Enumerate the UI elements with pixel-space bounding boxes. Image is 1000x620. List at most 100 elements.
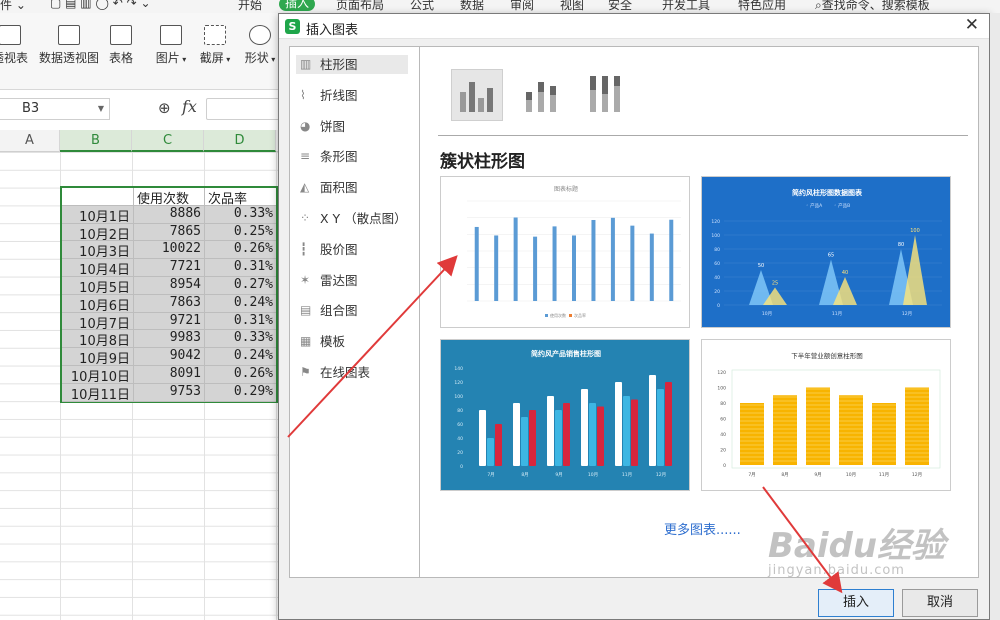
screenshot-button[interactable]: 截屏 ▾ [196, 25, 234, 66]
table-cell[interactable]: 7863 [134, 294, 205, 313]
table-cell[interactable]: 10022 [134, 241, 205, 260]
table-cell[interactable]: 0.31% [205, 312, 276, 331]
percent-stacked-column-subtype[interactable] [579, 69, 631, 121]
preview-title: 简约风产品销售柱形图 [531, 349, 601, 358]
selected-data-range[interactable]: 使用次数 次品率 10月1日 8886 0.33% 10月2日 7865 0.25% 10月3日… [60, 186, 278, 403]
table-cell[interactable]: 次品率 [205, 188, 276, 207]
command-search[interactable]: ⌕查找命令、搜索模板 [815, 0, 930, 13]
insert-button[interactable]: 插入 [818, 589, 894, 617]
table-cell[interactable]: 10月5日 [62, 277, 134, 296]
table-cell[interactable]: 7721 [134, 259, 205, 277]
menu-developer[interactable]: 开发工具 [662, 0, 710, 13]
table-cell[interactable]: 0.27% [205, 277, 276, 295]
data-label: 50 [758, 263, 764, 269]
menu-home[interactable]: 开始 [238, 0, 262, 13]
sidebar-item-scatter-chart[interactable]: ⁘ X Y （散点图） [296, 209, 408, 228]
column-header-a[interactable]: A [0, 130, 60, 152]
column-header-d[interactable]: D [204, 130, 276, 152]
pivot-chart-button[interactable]: 数据透视图 [38, 25, 100, 66]
chevron-down-icon[interactable]: ▼ [98, 99, 104, 119]
table-cell[interactable]: 0.26% [205, 241, 276, 260]
picture-button[interactable]: 图片 ▾ [152, 25, 190, 66]
sidebar-item-combo-chart[interactable]: ▤ 组合图 [296, 301, 408, 320]
menu-bar: 件 ⌄ ▢ ▤ ▥ ◯ ↶ ↷ ⌄ 开始 插入 页面布局 公式 数据 审阅 视图… [0, 0, 1000, 13]
table-cell[interactable] [62, 188, 134, 206]
table-cell[interactable]: 0.31% [205, 259, 276, 277]
template-clustered-column[interactable]: 图表标题 使用次数 次品率 [440, 176, 690, 328]
menu-insert[interactable]: 插入 [279, 0, 316, 11]
table-cell[interactable]: 0.29% [205, 383, 276, 402]
shapes-button[interactable]: 形状 ▾ [240, 25, 280, 66]
menu-review[interactable]: 审阅 [510, 0, 534, 13]
table-cell[interactable]: 10月7日 [62, 312, 134, 332]
menu-data[interactable]: 数据 [460, 0, 484, 13]
template-product-sales[interactable]: 简约风产品销售柱形图 140 120 100 80 60 40 20 0 7月 8月 9月 10月 11月… [440, 339, 690, 491]
pivot-table-button[interactable]: 透视表 [0, 25, 32, 66]
table-cell[interactable]: 8886 [134, 205, 205, 224]
menu-formulas[interactable]: 公式 [410, 0, 434, 13]
bar [474, 226, 479, 301]
table-cell[interactable]: 10月9日 [62, 348, 134, 367]
table-cell[interactable]: 0.24% [205, 348, 276, 366]
table-cell[interactable]: 10月6日 [62, 294, 134, 314]
name-box[interactable]: B3 ▼ [0, 98, 110, 120]
dialog-title-bar[interactable]: S 插入图表 ✕ [279, 14, 989, 39]
table-cell[interactable]: 10月3日 [62, 241, 134, 260]
sidebar-item-pie-chart[interactable]: ◕ 饼图 [296, 117, 408, 136]
column-header-c[interactable]: C [132, 130, 204, 152]
menu-features[interactable]: 特色应用 [738, 0, 786, 13]
tick-label: 12月 [656, 472, 666, 478]
sidebar-item-area-chart[interactable]: ◭ 面积图 [296, 178, 408, 197]
fx-icon[interactable]: fx [182, 97, 197, 116]
table-cell[interactable]: 9753 [134, 383, 205, 402]
table-cell[interactable]: 9721 [134, 312, 205, 331]
zoom-search-icon[interactable]: ⊕ [158, 99, 171, 117]
table-cell[interactable]: 10月1日 [62, 205, 134, 225]
table-cell[interactable]: 0.24% [205, 294, 276, 313]
sidebar-item-online-chart[interactable]: ⚑ 在线图表 [296, 363, 408, 382]
sidebar-item-line-chart[interactable]: ⌇ 折线图 [296, 86, 408, 105]
bar [547, 396, 554, 466]
table-cell[interactable]: 10月11日 [62, 383, 134, 403]
sidebar-item-bar-chart[interactable]: ≡ 条形图 [296, 147, 408, 166]
template-simple-blue[interactable]: 简约风柱形图数据图表 ◦ 产品A ◦ 产品B 120 100 80 60 40 20 0 50 25 1… [701, 176, 951, 328]
sidebar-item-radar-chart[interactable]: ✶ 雷达图 [296, 271, 408, 290]
column-header-b[interactable]: B [60, 130, 132, 152]
table-cell[interactable]: 10月8日 [62, 330, 134, 349]
quick-access-icons[interactable]: ▢ ▤ ▥ ◯ ↶ ↷ ⌄ [50, 0, 151, 10]
table-cell[interactable]: 10月2日 [62, 223, 134, 243]
table-cell[interactable]: 8954 [134, 277, 205, 295]
table-cell[interactable]: 使用次数 [134, 188, 205, 207]
template-revenue-creative[interactable]: 下半年营业额创意柱形图 120 100 80 60 40 20 0 7月 8月 9月 10月 11月 12… [701, 339, 951, 491]
formula-input[interactable] [206, 98, 286, 120]
bar [773, 395, 797, 465]
menu-view[interactable]: 视图 [560, 0, 584, 13]
table-cell[interactable]: 0.33% [205, 205, 276, 224]
tick-label: 120 [711, 219, 720, 225]
close-icon[interactable]: ✕ [965, 15, 979, 35]
sidebar-item-template[interactable]: ▦ 模板 [296, 332, 408, 351]
table-cell[interactable]: 0.33% [205, 330, 276, 349]
table-cell[interactable]: 10月10日 [62, 366, 134, 385]
table-cell[interactable]: 8091 [134, 366, 205, 384]
table-cell[interactable]: 7865 [134, 223, 205, 242]
sidebar-item-stock-chart[interactable]: ┇ 股价图 [296, 240, 408, 259]
table-row: 10月11日 9753 0.29% [62, 383, 276, 403]
menu-security[interactable]: 安全 [608, 0, 632, 13]
table-cell[interactable]: 0.26% [205, 366, 276, 384]
table-cell[interactable]: 9042 [134, 348, 205, 366]
stacked-column-subtype[interactable] [515, 69, 567, 121]
sidebar-item-column-chart[interactable]: ▥ 柱形图 [296, 55, 408, 74]
pivot-chart-icon [58, 25, 80, 45]
table-cell[interactable]: 0.25% [205, 223, 276, 242]
clustered-column-subtype[interactable] [451, 69, 503, 121]
sidebar-item-label: X Y （散点图） [320, 211, 407, 226]
table-button[interactable]: 表格 [106, 25, 136, 66]
menu-page-layout[interactable]: 页面布局 [336, 0, 384, 13]
table-cell[interactable]: 10月4日 [62, 259, 134, 278]
menu-file[interactable]: 件 ⌄ [0, 0, 26, 13]
bar [669, 219, 674, 301]
table-cell[interactable]: 9983 [134, 330, 205, 349]
more-charts-link[interactable]: 更多图表...... [664, 519, 741, 538]
cancel-button[interactable]: 取消 [902, 589, 978, 617]
